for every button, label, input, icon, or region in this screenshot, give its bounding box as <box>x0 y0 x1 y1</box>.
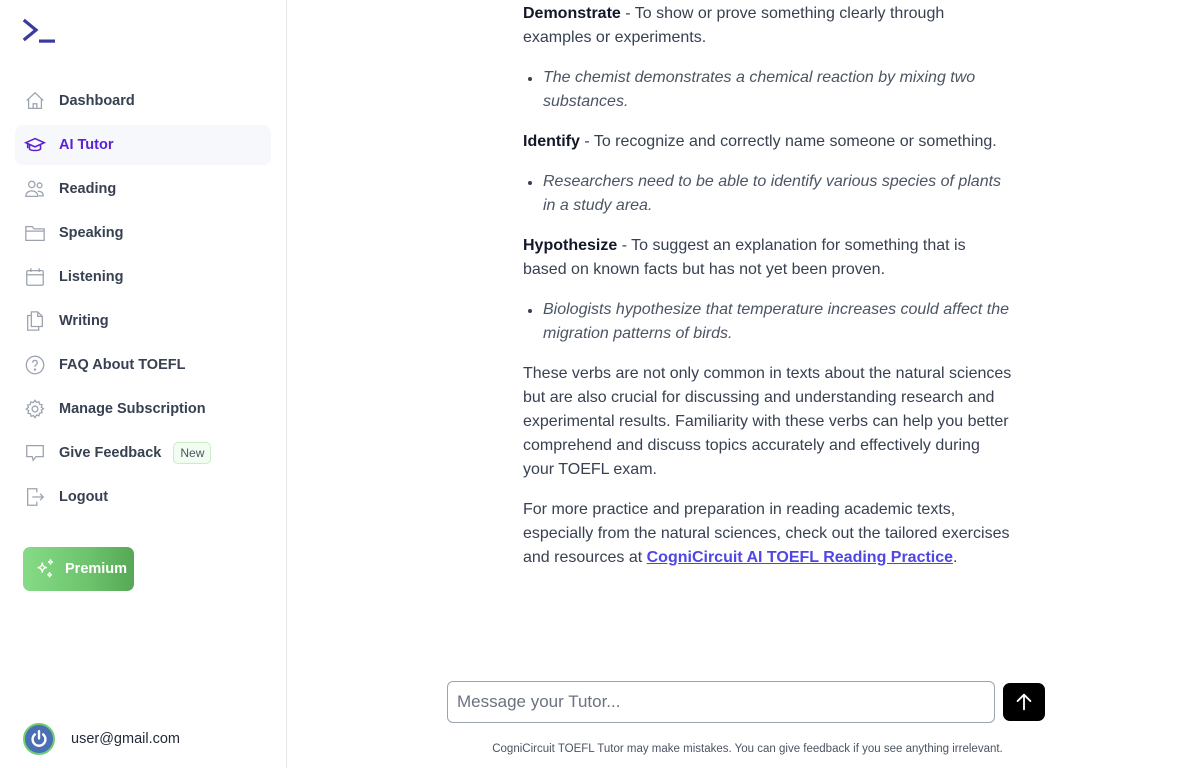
premium-button[interactable]: Premium <box>23 547 134 591</box>
sidebar-item-manage-subscription[interactable]: Manage Subscription <box>15 389 271 429</box>
sidebar-item-faq[interactable]: FAQ About TOEFL <box>15 345 271 385</box>
example-list: Researchers need to be able to identify … <box>523 170 1013 218</box>
sidebar-item-writing[interactable]: Writing <box>15 301 271 341</box>
term: Identify <box>523 133 580 150</box>
sidebar-item-label: AI Tutor <box>59 137 114 153</box>
sidebar: Dashboard AI Tutor Reading Speaking List… <box>0 0 287 768</box>
documents-icon <box>24 310 46 332</box>
example-list: Biologists hypothesize that temperature … <box>523 298 1013 346</box>
definition-demonstrate: Demonstrate - To show or prove something… <box>523 2 1013 50</box>
message-composer <box>447 681 1045 723</box>
sidebar-item-label: Dashboard <box>59 93 135 109</box>
arrow-up-icon <box>1016 693 1032 711</box>
closing-punctuation: . <box>953 549 958 566</box>
sidebar-item-reading[interactable]: Reading <box>15 169 271 209</box>
sidebar-item-label: FAQ About TOEFL <box>59 357 186 373</box>
user-profile[interactable]: user@gmail.com <box>23 723 180 755</box>
example-item: Biologists hypothesize that temperature … <box>523 298 1013 346</box>
disclaimer-text: CogniCircuit TOEFL Tutor may make mistak… <box>492 743 1003 755</box>
example-item: The chemist demonstrates a chemical reac… <box>523 66 1013 114</box>
power-icon <box>31 730 47 747</box>
definition-hypothesize: Hypothesize - To suggest an explanation … <box>523 234 1013 282</box>
premium-label: Premium <box>65 561 128 577</box>
question-circle-icon <box>24 354 46 376</box>
sidebar-item-ai-tutor[interactable]: AI Tutor <box>15 125 271 165</box>
sidebar-item-label: Manage Subscription <box>59 401 206 417</box>
sidebar-item-label: Reading <box>59 181 117 197</box>
calendar-icon <box>24 266 46 288</box>
definition-identify: Identify - To recognize and correctly na… <box>523 130 1013 154</box>
sidebar-item-label: Logout <box>59 489 109 505</box>
sidebar-item-logout[interactable]: Logout <box>15 477 271 517</box>
definition: - To recognize and correctly name someon… <box>579 133 997 150</box>
sidebar-item-speaking[interactable]: Speaking <box>15 213 271 253</box>
send-button[interactable] <box>1003 683 1045 721</box>
message-input[interactable] <box>447 681 995 723</box>
term: Hypothesize <box>523 237 618 254</box>
sidebar-item-dashboard[interactable]: Dashboard <box>15 81 271 121</box>
tutor-message: Demonstrate - To show or prove something… <box>523 2 1013 586</box>
sidebar-item-label: Listening <box>59 269 124 285</box>
new-badge: New <box>173 442 212 464</box>
chat-bubble-icon <box>24 442 46 464</box>
sidebar-item-label: Speaking <box>59 225 124 241</box>
logout-icon <box>24 486 46 508</box>
closing-paragraph: For more practice and preparation in rea… <box>523 498 1013 570</box>
sparkles-icon <box>37 559 53 578</box>
example-list: The chemist demonstrates a chemical reac… <box>523 66 1013 114</box>
home-icon <box>24 90 46 112</box>
summary-paragraph: These verbs are not only common in texts… <box>523 365 1012 478</box>
sidebar-item-give-feedback[interactable]: Give Feedback New <box>15 433 271 473</box>
term: Demonstrate <box>523 5 621 22</box>
sidebar-item-label: Writing <box>59 313 109 329</box>
example-item: Researchers need to be able to identify … <box>523 170 1013 218</box>
folder-icon <box>24 222 46 244</box>
reading-practice-link[interactable]: CogniCircuit AI TOEFL Reading Practice <box>647 549 953 566</box>
chat-area: Demonstrate - To show or prove something… <box>288 0 1193 768</box>
avatar <box>23 723 55 755</box>
sidebar-item-label: Give Feedback <box>59 445 162 461</box>
sidebar-item-listening[interactable]: Listening <box>15 257 271 297</box>
user-email: user@gmail.com <box>71 731 180 747</box>
sidebar-nav: Dashboard AI Tutor Reading Speaking List… <box>15 81 271 521</box>
users-icon <box>24 178 46 200</box>
terminal-prompt-icon[interactable] <box>22 18 58 46</box>
gear-icon <box>24 398 46 420</box>
graduation-cap-icon <box>24 134 46 156</box>
